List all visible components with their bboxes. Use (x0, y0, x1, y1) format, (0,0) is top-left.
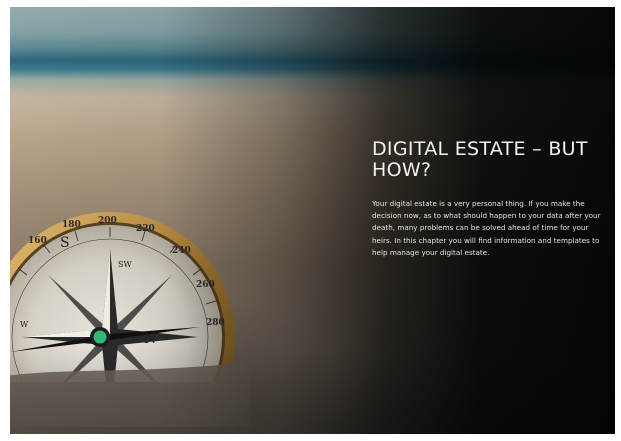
hero-body-text: Your digital estate is a very personal t… (372, 199, 601, 257)
hero-banner: 160 180 200 220 240 260 280 S N SW W DIG… (10, 7, 615, 434)
hero-title: DIGITAL ESTATE – BUT HOW? (372, 138, 588, 181)
hero-text-block: DIGITAL ESTATE – BUT HOW? Your digital e… (372, 139, 604, 259)
